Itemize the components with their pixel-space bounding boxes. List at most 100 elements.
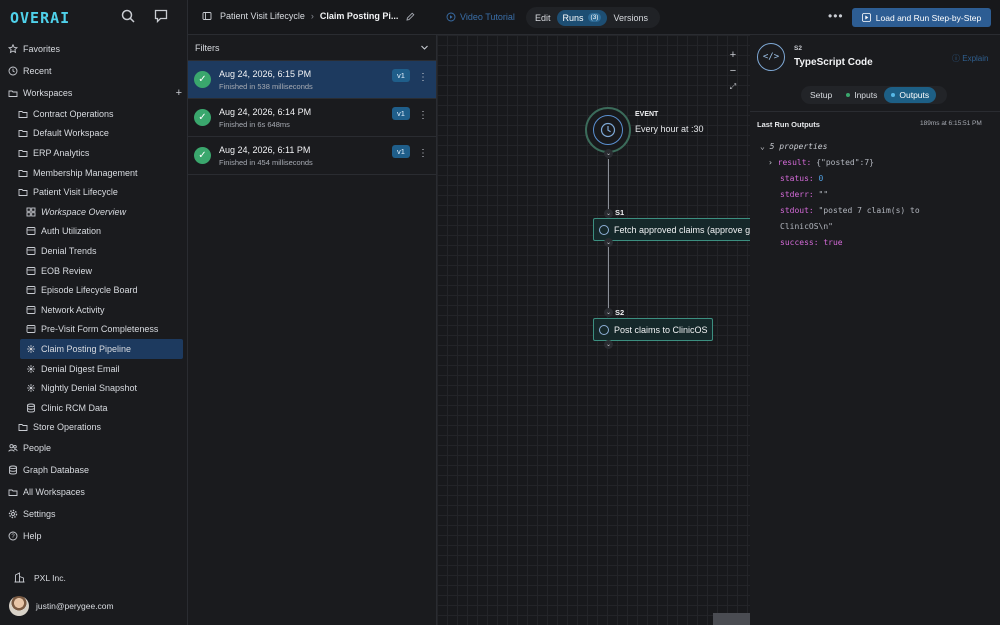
run-date: Aug 24, 2026, 6:15 PM (219, 68, 312, 79)
event-node[interactable] (585, 107, 631, 153)
canvas-scrollbar[interactable] (713, 613, 750, 625)
tab-setup[interactable]: Setup (803, 87, 839, 103)
sidebar-nav: Favorites Recent Workspaces + Contract O… (0, 38, 188, 547)
sidebar-item-recent[interactable]: Recent (0, 60, 188, 82)
runs-count-badge: (3) (587, 13, 602, 22)
sidebar-item-help[interactable]: ? Help (0, 525, 188, 547)
sidebar-item-workspace[interactable]: Default Workspace (0, 124, 188, 144)
pencil-icon[interactable] (406, 12, 415, 21)
sidebar-item-board[interactable]: EOB Review (0, 261, 188, 281)
sidebar-item-workspace[interactable]: Contract Operations (0, 104, 188, 124)
workflow-canvas[interactable]: + − ⤢ EVENT Every hour at :30 ⌄ ⌄ S1 Fet… (437, 35, 750, 625)
sidebar-item-pipeline[interactable]: Denial Digest Email (0, 359, 188, 379)
breadcrumb-current[interactable]: Claim Posting Pi... (320, 11, 399, 21)
add-workspace-icon[interactable]: + (176, 87, 182, 99)
panel-tabs: Setup Inputs Outputs (801, 86, 947, 104)
load-and-run-button[interactable]: Load and Run Step-by-Step (852, 8, 991, 27)
step-id: S1 (615, 208, 625, 217)
tab-runs[interactable]: Runs (3) (556, 9, 608, 26)
run-row[interactable]: ✓ Aug 24, 2026, 6:15 PM Finished in 538 … (188, 61, 436, 99)
avatar (9, 596, 29, 616)
folder-icon (18, 128, 28, 138)
play-icon (861, 13, 871, 22)
chevron-down-icon[interactable]: ⌄ (604, 238, 613, 247)
zoom-out-icon[interactable]: − (727, 63, 739, 79)
sidebar-item-people[interactable]: People (0, 437, 188, 459)
folder-stack-icon (8, 487, 18, 497)
connector-line (608, 247, 609, 309)
search-icon[interactable] (121, 9, 137, 25)
kebab-menu-icon[interactable]: ⋮ (418, 72, 428, 83)
tab-inputs[interactable]: Inputs (839, 87, 884, 103)
event-schedule: Every hour at :30 (635, 124, 704, 134)
sidebar-item-database[interactable]: Clinic RCM Data (0, 398, 188, 418)
sidebar-item-graph-database[interactable]: Graph Database (0, 459, 188, 481)
pipeline-icon (26, 383, 36, 393)
chevron-down-icon[interactable]: ⌄ (604, 149, 613, 158)
step-icon (599, 224, 609, 235)
org-switcher[interactable]: PXL Inc. (14, 572, 66, 583)
user-menu[interactable]: justin@perygee.com (9, 596, 114, 616)
sidebar-item-workspace[interactable]: Membership Management (0, 163, 188, 183)
chevron-down-icon[interactable]: ⌄ (604, 340, 613, 349)
chevron-down-icon[interactable]: ⌄ (604, 308, 613, 317)
chevron-down-icon[interactable]: ⌄ (604, 209, 613, 218)
chevron-right-icon: › (310, 11, 314, 21)
chat-icon[interactable] (154, 9, 170, 25)
kebab-menu-icon[interactable]: ⋮ (418, 148, 428, 159)
json-root[interactable]: ⌄ 5 properties (760, 139, 920, 155)
breadcrumb-workspace[interactable]: Patient Visit Lifecycle (220, 11, 305, 21)
last-run-label: Last Run Outputs (757, 120, 820, 129)
user-email: justin@perygee.com (36, 601, 114, 611)
sidebar-item-settings[interactable]: Settings (0, 503, 188, 525)
database-icon (26, 403, 36, 413)
sidebar-item-board[interactable]: Auth Utilization (0, 222, 188, 242)
fit-view-icon[interactable]: ⤢ (727, 79, 739, 95)
board-icon (26, 324, 36, 334)
json-row-stderr: stderr: "" (780, 190, 829, 199)
tab-edit[interactable]: Edit (529, 10, 557, 26)
step-node-s2[interactable]: Post claims to ClinicOS (593, 318, 713, 341)
step-id: S2 (615, 308, 625, 317)
event-label: EVENT (635, 111, 659, 118)
board-icon (26, 285, 36, 295)
chevron-down-icon (420, 43, 429, 52)
sidebar-item-favorites[interactable]: Favorites (0, 38, 188, 60)
video-tutorial-link[interactable]: Video Tutorial (446, 12, 515, 22)
board-icon (26, 305, 36, 315)
zoom-in-icon[interactable]: + (727, 47, 739, 63)
tab-versions[interactable]: Versions (607, 10, 654, 26)
people-icon (8, 443, 18, 453)
sidebar-item-board[interactable]: Episode Lifecycle Board (0, 280, 188, 300)
sidebar-item-board[interactable]: Pre-Visit Form Completeness (0, 320, 188, 340)
mode-tabs: Edit Runs (3) Versions (526, 7, 660, 28)
sidebar-item-workspace-overview[interactable]: Workspace Overview (0, 202, 188, 222)
sidebar-item-pipeline[interactable]: Nightly Denial Snapshot (0, 378, 188, 398)
json-row-result[interactable]: › result: {"posted":7} (760, 155, 920, 171)
sidebar-item-workspace[interactable]: Patient Visit Lifecycle (0, 182, 188, 202)
sidebar-item-all-workspaces[interactable]: All Workspaces (0, 481, 188, 503)
sidebar-item-claim-posting-pipeline[interactable]: Claim Posting Pipeline (20, 339, 183, 359)
tab-outputs[interactable]: Outputs (884, 87, 937, 103)
sidebar-item-board[interactable]: Denial Trends (0, 241, 188, 261)
panel-step-id: S2 (794, 45, 802, 52)
filters-header[interactable]: Filters (188, 35, 436, 61)
help-icon: ⓘ (952, 54, 963, 63)
sidebar-item-board[interactable]: Network Activity (0, 300, 188, 320)
step-icon (599, 324, 609, 335)
version-badge: v1 (392, 107, 410, 120)
folder-icon (18, 422, 28, 432)
sidebar-item-workspaces[interactable]: Workspaces + (0, 82, 188, 104)
run-row[interactable]: ✓ Aug 24, 2026, 6:11 PM Finished in 454 … (188, 137, 436, 175)
explain-button[interactable]: ⓘ Explain (952, 53, 988, 64)
help-icon: ? (8, 531, 18, 541)
step-node-s1[interactable]: Fetch approved claims (approve g (593, 218, 750, 241)
folder-icon (18, 187, 28, 197)
app-logo[interactable]: OVERAI (10, 9, 70, 27)
sidebar-item-workspace[interactable]: Store Operations (0, 418, 188, 438)
kebab-menu-icon[interactable]: ⋮ (418, 110, 428, 121)
json-row-success: success: true (780, 238, 843, 247)
run-row[interactable]: ✓ Aug 24, 2026, 6:14 PM Finished in 6s 6… (188, 99, 436, 137)
sidebar-item-workspace[interactable]: ERP Analytics (0, 143, 188, 163)
more-options-icon[interactable]: ••• (828, 9, 844, 23)
